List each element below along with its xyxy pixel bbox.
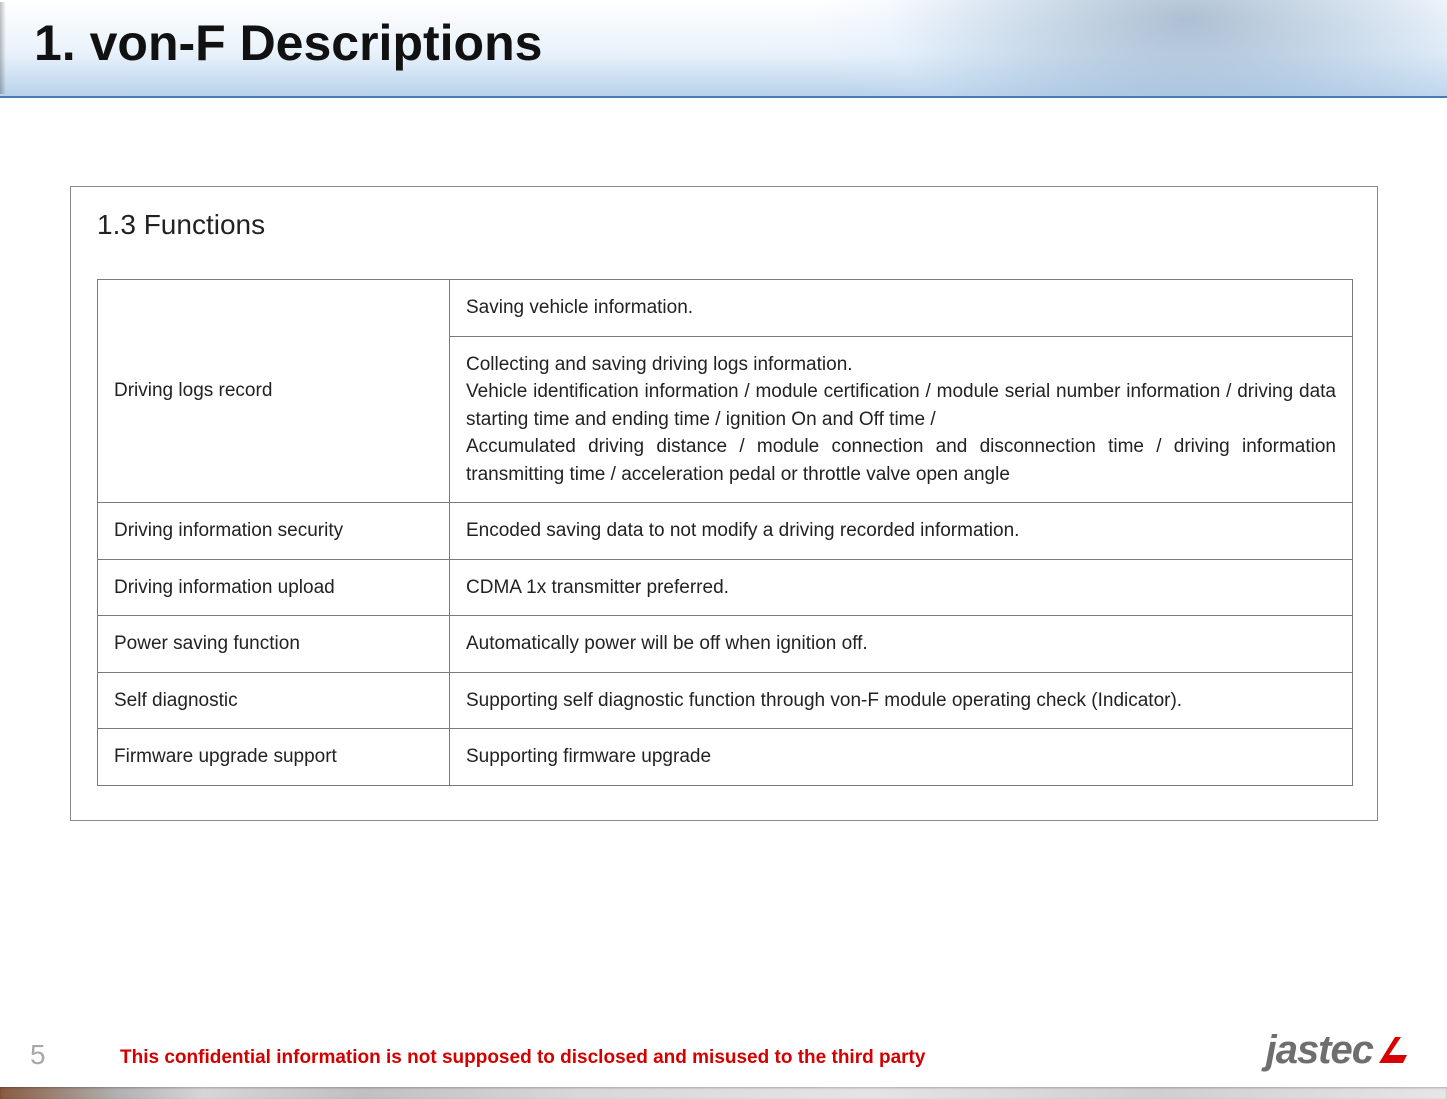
section-heading: 1.3 Functions (97, 209, 1357, 241)
table-row: Power saving function Automatically powe… (98, 616, 1353, 673)
table-row: Firmware upgrade support Supporting firm… (98, 729, 1353, 786)
function-label: Driving logs record (98, 280, 450, 503)
function-description: Supporting firmware upgrade (450, 729, 1353, 786)
table-row: Driving logs record Saving vehicle infor… (98, 280, 1353, 337)
confidential-notice: This confidential information is not sup… (120, 1047, 925, 1069)
page-number: 5 (30, 1039, 46, 1071)
function-description: Saving vehicle information. (450, 280, 1353, 337)
content-box: 1.3 Functions Driving logs record Saving… (70, 186, 1378, 821)
function-description: Automatically power will be off when ign… (450, 616, 1353, 673)
function-description: Supporting self diagnostic function thro… (450, 672, 1353, 729)
functions-table: Driving logs record Saving vehicle infor… (97, 279, 1353, 786)
table-row: Self diagnostic Supporting self diagnost… (98, 672, 1353, 729)
function-description: Encoded saving data to not modify a driv… (450, 503, 1353, 560)
footer-strip (0, 1087, 1447, 1099)
function-description: Collecting and saving driving logs infor… (450, 336, 1353, 503)
function-label: Driving information security (98, 503, 450, 560)
table-row: Driving information security Encoded sav… (98, 503, 1353, 560)
table-row: Driving information upload CDMA 1x trans… (98, 559, 1353, 616)
logo-mark-icon (1375, 1033, 1411, 1069)
function-description: CDMA 1x transmitter preferred. (450, 559, 1353, 616)
function-label: Self diagnostic (98, 672, 450, 729)
page-title: 1. von-F Descriptions (34, 14, 542, 72)
function-label: Firmware upgrade support (98, 729, 450, 786)
footer: 5 This confidential information is not s… (0, 1011, 1447, 1099)
logo: jastec (1266, 1028, 1411, 1073)
function-label: Driving information upload (98, 559, 450, 616)
function-label: Power saving function (98, 616, 450, 673)
logo-text: jastec (1266, 1028, 1373, 1073)
